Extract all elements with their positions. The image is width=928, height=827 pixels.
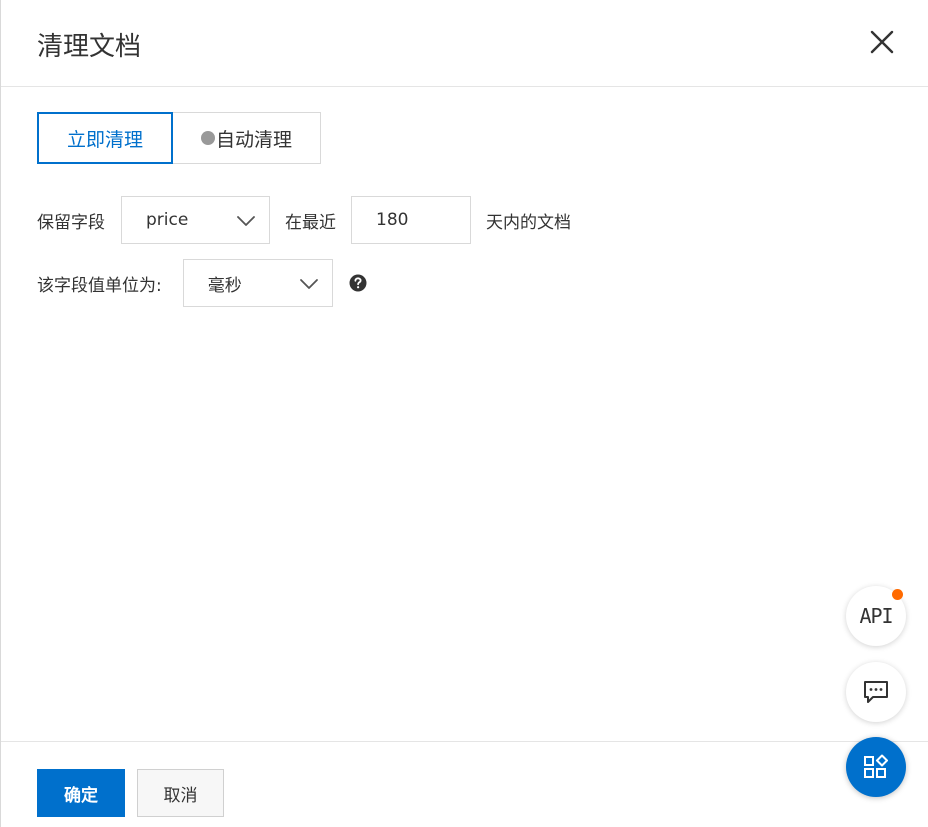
tab-auto-clean[interactable]: 自动清理 [173,112,321,164]
retain-field-label: 保留字段 [37,212,105,233]
clean-mode-tabs: 立即清理 自动清理 [37,112,321,164]
tab-clean-now-label: 立即清理 [66,128,143,151]
close-icon [870,30,894,54]
help-circle-icon[interactable] [349,274,367,292]
notification-badge [892,589,903,600]
unit-value: 毫秒 [207,275,242,296]
confirm-button-label: 确定 [64,785,98,806]
chevron-down-icon [299,279,318,289]
confirm-button[interactable]: 确定 [37,769,125,817]
retain-field-row: 保留字段 price 在最近 180 天内的文档 [37,196,571,244]
unit-row: 该字段值单位为: 毫秒 [37,259,367,307]
api-label: API [859,604,893,628]
dialog-footer: 确定 取消 [1,741,928,827]
dialog-title: 清理文档 [37,32,142,62]
chat-icon [864,681,888,703]
unit-select[interactable]: 毫秒 [182,259,333,307]
retain-field-value: price [146,210,189,230]
dialog-header: 清理文档 [1,0,928,87]
tab-auto-clean-label: 自动清理 [215,128,292,151]
chat-float-button[interactable] [846,662,906,722]
apps-float-button[interactable] [846,737,906,797]
clean-documents-dialog: 清理文档 立即清理 自动清理 保留字段 price 在最近 180 天内的文档 [0,0,928,827]
days-suffix-label: 天内的文档 [486,212,571,233]
status-dot-icon [200,131,215,145]
within-recent-label: 在最近 [285,212,336,233]
unit-label: 该字段值单位为: [37,275,162,296]
apps-icon [864,754,888,778]
close-button[interactable] [870,30,894,54]
api-float-button[interactable]: API [846,586,906,646]
days-input[interactable]: 180 [351,196,471,244]
chevron-down-icon [237,216,255,226]
tab-clean-now[interactable]: 立即清理 [37,112,173,164]
cancel-button-label: 取消 [163,785,198,806]
cancel-button[interactable]: 取消 [137,769,224,817]
days-input-value: 180 [376,210,409,230]
retain-field-select[interactable]: price [121,196,270,244]
